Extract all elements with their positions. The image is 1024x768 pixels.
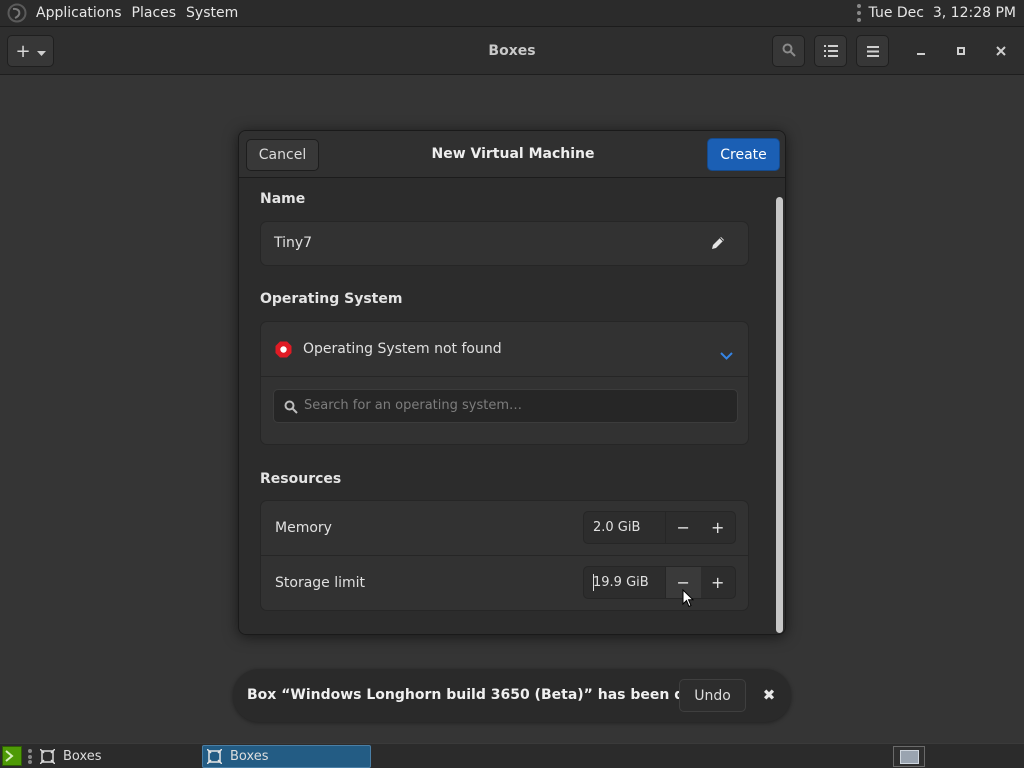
- bottom-taskbar: Boxes Boxes: [0, 743, 1024, 768]
- os-value: Operating System not found: [303, 341, 502, 357]
- storage-value: 19.9 GiB: [593, 575, 649, 590]
- boxes-app-icon: [40, 749, 55, 764]
- distro-logo-icon[interactable]: [6, 2, 28, 24]
- undo-button[interactable]: Undo: [679, 679, 746, 712]
- dialog-body: Name Tiny7 Operating System Operating Sy…: [239, 179, 785, 634]
- workspace-switcher[interactable]: [893, 746, 925, 767]
- storage-label: Storage limit: [275, 575, 366, 591]
- dialog-title: New Virtual Machine: [431, 146, 595, 162]
- top-panel: Applications Places System Tue Dec 3, 12…: [0, 0, 1024, 27]
- clock[interactable]: Tue Dec 3, 12:28 PM: [869, 5, 1016, 21]
- plus-icon: +: [711, 573, 725, 592]
- close-toast-icon[interactable]: ✖: [759, 685, 779, 705]
- minimize-button[interactable]: [909, 39, 933, 63]
- close-icon: [996, 42, 1006, 60]
- name-card: Tiny7: [260, 221, 749, 266]
- text-cursor: [593, 574, 594, 591]
- deleted-toast: Box “Windows Longhorn build 3650 (Beta)”…: [233, 669, 791, 722]
- storage-increase-button[interactable]: +: [701, 567, 736, 598]
- row-divider: [261, 555, 748, 556]
- edit-pencil-icon[interactable]: [710, 235, 726, 255]
- os-section-title: Operating System: [260, 291, 403, 307]
- os-not-found-icon: [275, 341, 292, 362]
- taskbar-item-label: Boxes: [230, 749, 269, 764]
- search-button[interactable]: [772, 35, 805, 67]
- resources-section-title: Resources: [260, 471, 342, 487]
- dialog-header: New Virtual Machine Cancel Create: [239, 131, 785, 178]
- list-view-button[interactable]: [814, 35, 847, 67]
- name-value[interactable]: Tiny7: [274, 235, 312, 251]
- list-view-icon: [823, 42, 838, 61]
- hamburger-menu-icon: [866, 42, 879, 61]
- maximize-button[interactable]: [949, 39, 973, 63]
- taskbar-item-label: Boxes: [63, 749, 102, 764]
- main-menu-button[interactable]: [856, 35, 889, 67]
- chevron-down-icon: [720, 345, 733, 364]
- minimize-icon: [916, 42, 926, 60]
- taskbar-handle[interactable]: [28, 749, 32, 764]
- menu-applications[interactable]: Applications: [31, 5, 127, 21]
- storage-stepper: 19.9 GiB − +: [583, 566, 736, 599]
- cancel-button[interactable]: Cancel: [246, 139, 319, 171]
- menu-places[interactable]: Places: [127, 5, 182, 21]
- taskbar-item-boxes[interactable]: Boxes: [36, 745, 196, 768]
- header-bar: + Boxes: [0, 27, 1024, 75]
- memory-stepper: 2.0 GiB − +: [583, 511, 736, 544]
- new-vm-dialog: New Virtual Machine Cancel Create Name T…: [238, 130, 786, 635]
- plus-icon: +: [711, 518, 725, 537]
- row-divider: [261, 376, 748, 377]
- maximize-icon: [956, 42, 966, 60]
- os-search-placeholder: Search for an operating system…: [304, 398, 522, 413]
- show-desktop-icon[interactable]: [2, 746, 22, 766]
- storage-value-input[interactable]: 19.9 GiB: [584, 567, 666, 598]
- taskbar-item-boxes-active[interactable]: Boxes: [202, 745, 371, 768]
- memory-value-input[interactable]: 2.0 GiB: [584, 512, 666, 543]
- mouse-pointer-icon: [682, 588, 695, 608]
- minus-icon: −: [676, 518, 690, 537]
- memory-increase-button[interactable]: +: [701, 512, 736, 543]
- memory-decrease-button[interactable]: −: [666, 512, 701, 543]
- create-button[interactable]: Create: [707, 138, 780, 171]
- close-window-button[interactable]: [989, 39, 1013, 63]
- menu-system[interactable]: System: [181, 5, 243, 21]
- search-icon: [782, 42, 796, 61]
- toast-message: Box “Windows Longhorn build 3650 (Beta)”…: [247, 687, 735, 703]
- search-icon: [284, 399, 298, 418]
- os-search-input[interactable]: Search for an operating system…: [273, 389, 738, 423]
- os-selector-row[interactable]: Operating System not found: [261, 322, 748, 376]
- dialog-scrollbar[interactable]: [776, 197, 783, 633]
- name-section-title: Name: [260, 191, 306, 207]
- panel-drag-handle[interactable]: [856, 4, 861, 22]
- memory-label: Memory: [275, 520, 332, 536]
- resources-card: Memory 2.0 GiB − + Storage limit 19.9 Gi…: [260, 500, 749, 611]
- boxes-app-icon: [207, 749, 222, 764]
- os-card: Operating System not found Search for an…: [260, 321, 749, 445]
